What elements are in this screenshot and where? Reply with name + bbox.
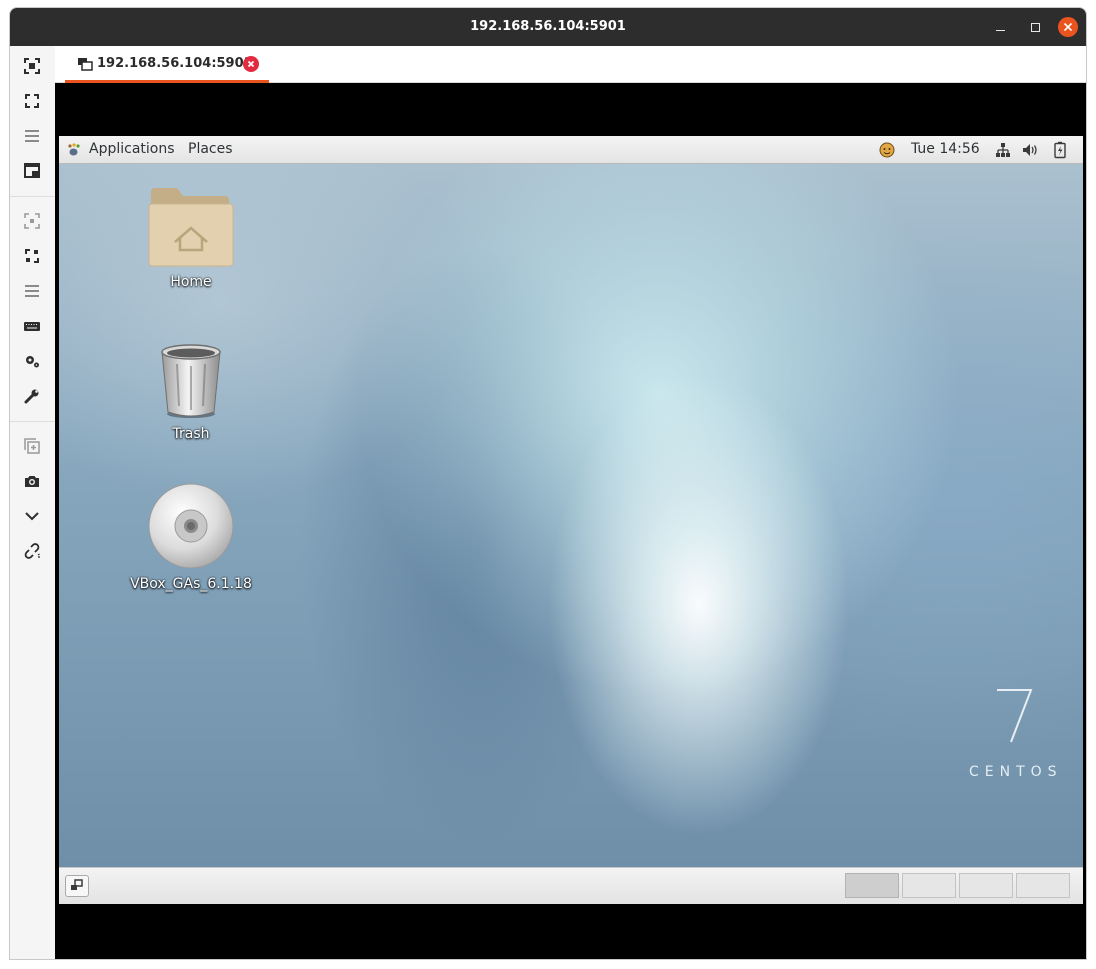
- window-mode-icon: [24, 163, 40, 178]
- connection-windows-icon: [78, 58, 93, 71]
- window-mode-button[interactable]: [18, 158, 46, 184]
- disconnect-button[interactable]: [18, 538, 46, 564]
- remmina-window: 192.168.56.104:5901 192.168.56.104:5901 …: [9, 7, 1087, 960]
- maximize-button[interactable]: [1025, 17, 1045, 37]
- screenshot-icon: [25, 476, 39, 487]
- close-window-button[interactable]: [1058, 17, 1078, 37]
- fullscreen-alt-button[interactable]: [18, 243, 46, 269]
- desktop-icon-label: Trash: [172, 426, 210, 442]
- minimize-button[interactable]: [990, 17, 1010, 37]
- preferences-icon: [26, 356, 39, 368]
- workspace-4[interactable]: [1016, 873, 1070, 898]
- preferences-button[interactable]: [18, 348, 46, 374]
- power-icon[interactable]: [1053, 141, 1067, 159]
- menu-button[interactable]: [18, 123, 46, 149]
- fullscreen-button[interactable]: [18, 88, 46, 114]
- more-button[interactable]: [18, 503, 46, 529]
- optical-disc-icon: [148, 483, 234, 569]
- duplicate-icon: [24, 438, 40, 454]
- tab-connection[interactable]: 192.168.56.104:5901: [65, 46, 269, 83]
- toolbar-sidebar: [10, 46, 56, 959]
- title-bar[interactable]: 192.168.56.104:5901: [10, 8, 1086, 46]
- workspace-3[interactable]: [959, 873, 1013, 898]
- tab-label: 192.168.56.104:5901: [97, 56, 253, 71]
- window-title: 192.168.56.104:5901: [470, 19, 626, 34]
- tab-bar: 192.168.56.104:5901: [55, 46, 1086, 83]
- workspace-1[interactable]: [845, 873, 899, 898]
- desktop-icon-label: Home: [170, 274, 212, 290]
- places-menu[interactable]: Places: [188, 141, 233, 157]
- tab-close-button[interactable]: [243, 56, 259, 72]
- close-icon: [1063, 22, 1073, 32]
- show-desktop-button[interactable]: [65, 875, 89, 897]
- centos-version-mark: 7: [967, 682, 1033, 743]
- sidebar-separator: [10, 421, 55, 422]
- keyboard-icon: [24, 322, 40, 331]
- scale-icon: [24, 213, 40, 229]
- gnome-bottom-bar: [59, 867, 1083, 904]
- centos-number: 7: [967, 682, 968, 683]
- minimize-icon: [995, 29, 1005, 31]
- tools-button[interactable]: [18, 383, 46, 409]
- remote-viewer[interactable]: Applications Places Tue 14:56 Home Trash…: [55, 83, 1086, 959]
- centos-brand-text: CENTOS: [969, 764, 1063, 780]
- home-folder-icon: [148, 188, 234, 267]
- workspace-2[interactable]: [902, 873, 956, 898]
- clock[interactable]: Tue 14:56: [911, 141, 980, 157]
- menu-alt-icon: [25, 285, 39, 297]
- menu-icon: [25, 130, 39, 142]
- menu-alt-button[interactable]: [18, 278, 46, 304]
- fullscreen-icon: [25, 94, 39, 108]
- tools-icon: [24, 389, 39, 404]
- desktop-background[interactable]: Home Trash VBox_GAs_6.1.18 7 CENTOS: [59, 164, 1083, 867]
- fit-window-button[interactable]: [18, 53, 46, 79]
- disconnect-icon: [24, 543, 40, 559]
- screenshot-button[interactable]: [18, 468, 46, 494]
- guest-screen[interactable]: Applications Places Tue 14:56 Home Trash…: [59, 136, 1083, 904]
- gnome-foot-icon: [68, 143, 80, 156]
- maximize-icon: [1030, 22, 1040, 32]
- scale-button[interactable]: [18, 208, 46, 234]
- chevron-down-icon: [25, 512, 39, 521]
- avatar-icon[interactable]: [879, 142, 895, 158]
- gnome-top-bar: Applications Places Tue 14:56: [59, 136, 1083, 164]
- keyboard-button[interactable]: [18, 313, 46, 339]
- fullscreen-alt-icon: [25, 249, 39, 263]
- sidebar-separator: [10, 196, 55, 197]
- trash-icon: [161, 344, 221, 418]
- network-icon[interactable]: [995, 142, 1011, 158]
- fit-window-icon: [24, 58, 40, 74]
- applications-menu[interactable]: Applications: [89, 141, 175, 157]
- show-desktop-icon: [71, 879, 83, 890]
- duplicate-button[interactable]: [18, 433, 46, 459]
- volume-icon[interactable]: [1022, 142, 1040, 158]
- desktop-icon-label: VBox_GAs_6.1.18: [130, 576, 252, 592]
- close-icon: [247, 60, 255, 68]
